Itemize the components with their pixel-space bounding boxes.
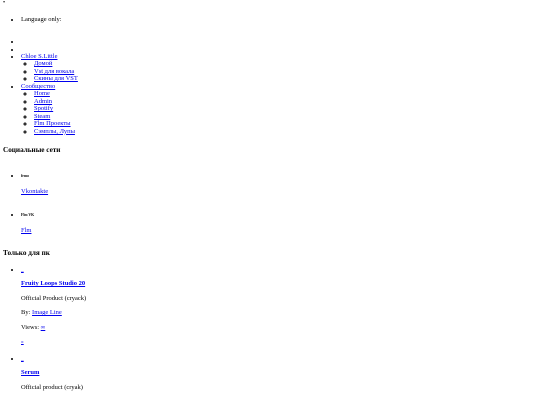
social-item: Flm VK Flm <box>21 201 48 235</box>
product-item: _ Fruity Loops Studio 20 Official Produc… <box>21 266 86 346</box>
submenu-link-spotify[interactable]: Spotify <box>34 105 53 112</box>
pc-heading: Только для пк <box>3 249 50 257</box>
submenu-link-admin[interactable]: Admin <box>34 98 52 105</box>
top-marker: • <box>3 0 6 6</box>
nav-item-community: Сообщество Home Admin Spotify Steam Flm … <box>21 83 78 135</box>
nav-link-author[interactable]: Chloe S.Little <box>21 53 57 60</box>
submenu-link-samples[interactable]: Сэмплы, Лупы <box>34 128 75 135</box>
product-item: _ Serum Official product (cryak) <box>21 355 86 391</box>
social-link-flm[interactable]: Flm <box>21 227 31 234</box>
views-link[interactable]: ∞ <box>41 324 46 331</box>
product-subtitle: Official product (cryak) <box>21 383 83 391</box>
author-link[interactable]: Image Line <box>32 309 62 316</box>
language-list: Language only: <box>12 16 62 23</box>
product-more-link[interactable]: » <box>21 339 24 345</box>
submenu-link-flm-projects[interactable]: Flm Проекты <box>34 120 71 127</box>
submenu-link-vst-vocal[interactable]: Vst для вокала <box>34 68 74 75</box>
submenu-link-home-ru[interactable]: Домой <box>34 60 52 67</box>
nav-item-author: Chloe S.Little Домой Vst для вокала Скин… <box>21 53 78 83</box>
social-list: frmo Vkontakte Flm VK Flm <box>12 162 48 235</box>
product-thumbnail-link[interactable]: _ <box>21 356 24 362</box>
product-thumbnail-link[interactable]: _ <box>21 267 24 273</box>
by-label: By: <box>21 309 31 317</box>
social-item: frmo Vkontakte <box>21 162 48 196</box>
social-link-vkontakte[interactable]: Vkontakte <box>21 188 48 195</box>
submenu-link-vst-skins[interactable]: Скины для VST <box>34 75 78 82</box>
product-subtitle: Official Product (cryack) <box>21 294 87 302</box>
language-label: Language only: <box>21 16 62 23</box>
nav-empty-item-1 <box>21 38 78 46</box>
submenu-community: Home Admin Spotify Steam Flm Проекты Сэм… <box>29 90 78 135</box>
views-label: Views: <box>21 323 40 331</box>
nav-empty-item-2 <box>21 46 78 54</box>
product-title-link[interactable]: Serum <box>21 369 39 376</box>
submenu-author: Домой Vst для вокала Скины для VST <box>29 60 78 82</box>
main-nav: Chloe S.Little Домой Vst для вокала Скин… <box>12 38 78 135</box>
pc-product-list: _ Fruity Loops Studio 20 Official Produc… <box>12 266 86 391</box>
product-views: Views: ∞ <box>21 324 86 331</box>
nav-link-community[interactable]: Сообщество <box>21 83 55 90</box>
submenu-link-home[interactable]: Home <box>34 90 50 97</box>
product-author: By: Image Line <box>21 309 86 316</box>
submenu-link-steam[interactable]: Steam <box>34 113 50 120</box>
social-heading: Социальные сети <box>3 146 61 154</box>
product-title-link[interactable]: Fruity Loops Studio 20 <box>21 280 85 287</box>
